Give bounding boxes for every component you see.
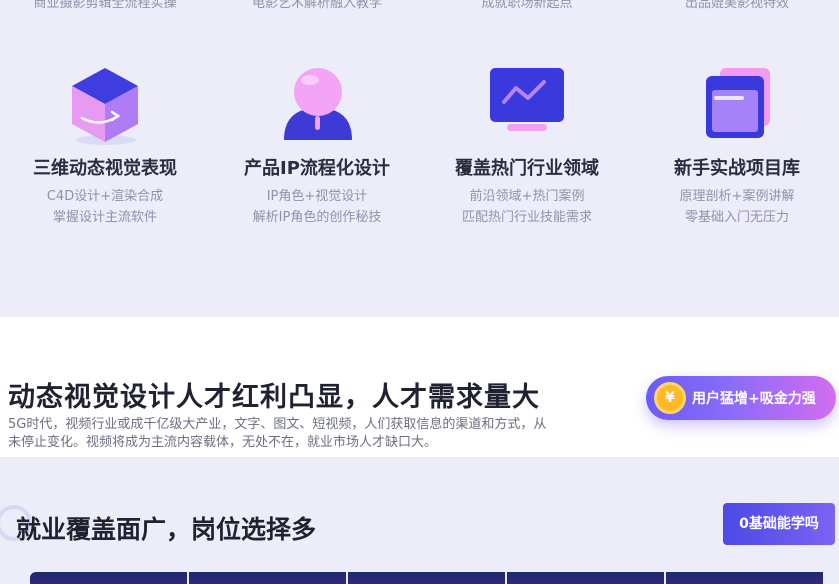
feature-title: 覆盖热门行业领域 (455, 158, 599, 179)
cut-subtitle-4: 出品媲美影视特效 (684, 0, 789, 11)
feature-section: 商业摄影剪辑全流程实操 电影艺术解析融入教学 成就职场新起点 出品媲美影视特效 … (0, 0, 839, 317)
growth-pill-button[interactable]: ¥ 用户猛增+吸金力强 (646, 376, 836, 420)
monitor-chart-icon (482, 60, 572, 148)
feature-line-1: 原理剖析+案例讲解 (679, 189, 795, 204)
feature-line-1: 前沿领域+热门案例 (469, 189, 585, 204)
jobs-title: 就业覆盖面广，岗位选择多 (16, 515, 317, 544)
feature-line-2: 解析IP角色的创作秘技 (252, 210, 382, 225)
character-icon (272, 60, 362, 148)
gallery-thumb[interactable] (189, 572, 346, 584)
feature-line-2: 匹配热门行业技能需求 (461, 210, 592, 225)
feature-title: 产品IP流程化设计 (244, 158, 390, 179)
feature-line-2: 零基础入门无压力 (684, 210, 789, 225)
cut-subtitle-1: 商业摄影剪辑全流程实操 (33, 0, 177, 11)
feature-title: 三维动态视觉表现 (33, 158, 177, 179)
feature-line-1: IP角色+视觉设计 (266, 189, 368, 204)
job-gallery (30, 572, 839, 584)
feature-card-ip: 产品IP流程化设计 IP角色+视觉设计 解析IP角色的创作秘技 (217, 60, 417, 228)
jobs-section: 就业覆盖面广，岗位选择多 0基础能学吗 (0, 457, 839, 584)
banner-title: 动态视觉设计人才红利凸显，人才需求量大 (8, 382, 540, 413)
feature-card-industry: 覆盖热门行业领域 前沿领域+热门案例 匹配热门行业技能需求 (427, 60, 627, 228)
window-stack-icon (692, 60, 782, 148)
feature-line-1: C4D设计+渲染合成 (46, 189, 164, 204)
feature-line-2: 掌握设计主流软件 (52, 210, 157, 225)
cube-icon (60, 60, 150, 148)
beginner-question-button[interactable]: 0基础能学吗 (723, 503, 835, 545)
gallery-thumb[interactable] (507, 572, 664, 584)
coin-icon: ¥ (654, 382, 686, 414)
pill-label: 用户猛增+吸金力强 (692, 391, 816, 407)
feature-title: 新手实战项目库 (674, 158, 800, 179)
gallery-thumb[interactable] (348, 572, 505, 584)
gallery-thumb[interactable] (30, 572, 187, 584)
feature-card-projects: 新手实战项目库 原理剖析+案例讲解 零基础入门无压力 (637, 60, 837, 228)
gallery-thumb[interactable] (666, 572, 823, 584)
feature-card-3d: 三维动态视觉表现 C4D设计+渲染合成 掌握设计主流软件 (5, 60, 205, 228)
cut-subtitle-3: 成就职场新起点 (481, 0, 573, 11)
cut-subtitle-2: 电影艺术解析融入教学 (251, 0, 382, 11)
banner-description: 5G时代，视频行业或成千亿级大产业，文字、图文、短视频，人们获取信息的渠道和方式… (8, 417, 547, 450)
